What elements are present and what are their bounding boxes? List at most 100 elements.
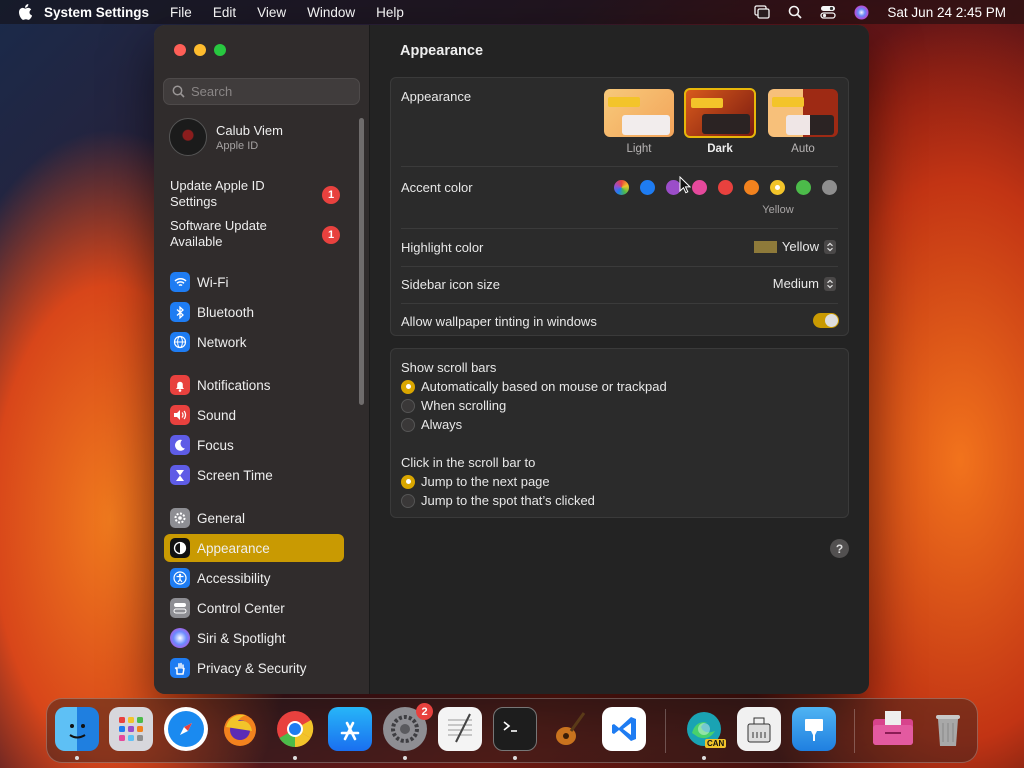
hourglass-icon <box>170 465 190 485</box>
sidebar-item-label: Appearance <box>197 540 270 556</box>
radio-selected <box>401 474 415 489</box>
accent-yellow-swatch[interactable] <box>770 180 785 195</box>
radio-label: Automatically based on mouse or trackpad <box>421 379 667 394</box>
click-option-spot-clicked[interactable]: Jump to the spot that’s clicked <box>401 493 595 508</box>
chevron-updown-icon <box>824 239 836 254</box>
appearance-card: Appearance Light Dark Auto Accent color <box>390 77 849 336</box>
accent-orange-swatch[interactable] <box>744 180 759 195</box>
trash-icon[interactable] <box>926 707 970 751</box>
auto-mode-thumbnail[interactable] <box>768 89 838 137</box>
app-store-icon[interactable] <box>328 707 372 751</box>
dark-mode-thumbnail[interactable] <box>684 88 756 138</box>
user-subtitle: Apple ID <box>216 139 259 152</box>
sidebar-item-focus[interactable]: Focus <box>164 431 344 459</box>
software-update-item[interactable]: Software Update Available 1 <box>170 218 360 252</box>
sidebar-item-general[interactable]: General <box>164 504 344 532</box>
textedit-icon[interactable] <box>438 707 482 751</box>
scroll-bars-title: Show scroll bars <box>401 360 497 375</box>
keynote-icon[interactable] <box>792 707 836 751</box>
firefox-icon[interactable] <box>218 707 262 751</box>
chrome-icon[interactable] <box>273 707 317 751</box>
launchpad-icon[interactable] <box>109 707 153 751</box>
terminal-icon[interactable] <box>493 707 537 751</box>
menu-window[interactable]: Window <box>307 5 355 20</box>
menu-view[interactable]: View <box>257 5 286 20</box>
spotlight-search-icon[interactable] <box>788 5 803 19</box>
sidebar-item-siri-spotlight[interactable]: Siri & Spotlight <box>164 624 344 652</box>
menu-help[interactable]: Help <box>376 5 404 20</box>
screen-mirroring-icon[interactable] <box>754 5 771 19</box>
accent-graphite-swatch[interactable] <box>822 180 837 195</box>
zoom-button[interactable] <box>214 44 226 56</box>
close-button[interactable] <box>174 44 186 56</box>
search-input[interactable] <box>191 84 351 99</box>
finder-icon[interactable] <box>55 707 99 751</box>
help-button[interactable]: ? <box>830 539 849 558</box>
sidebar-item-wifi[interactable]: Wi-Fi <box>164 268 344 296</box>
running-indicator <box>75 756 79 760</box>
accent-green-swatch[interactable] <box>796 180 811 195</box>
accent-multicolor-swatch[interactable] <box>614 180 629 195</box>
scroll-option-when-scrolling[interactable]: When scrolling <box>401 398 506 413</box>
safari-icon[interactable] <box>164 707 208 751</box>
search-field[interactable] <box>163 78 360 105</box>
archive-utility-icon[interactable] <box>737 707 781 751</box>
sidebar-item-appearance[interactable]: Appearance <box>164 534 344 562</box>
scroll-option-automatic[interactable]: Automatically based on mouse or trackpad <box>401 379 667 394</box>
minimize-button[interactable] <box>194 44 206 56</box>
bell-icon <box>170 375 190 395</box>
page-title: Appearance <box>400 43 484 59</box>
light-mode-thumbnail[interactable] <box>604 89 674 137</box>
menu-edit[interactable]: Edit <box>213 5 236 20</box>
running-indicator <box>403 756 407 760</box>
sidebar-item-notifications[interactable]: Notifications <box>164 371 344 399</box>
divider <box>401 166 838 167</box>
radio-unselected <box>401 398 415 413</box>
sidebar-item-label: Screen Time <box>197 467 273 483</box>
sidebar-item-label: Control Center <box>197 600 285 616</box>
downloads-folder-icon[interactable] <box>871 707 915 751</box>
sidebar-item-sound[interactable]: Sound <box>164 401 344 429</box>
chevron-updown-icon <box>824 276 836 291</box>
control-center-icon[interactable] <box>820 5 837 19</box>
sidebar-item-accessibility[interactable]: Accessibility <box>164 564 344 592</box>
sidebar-item-bluetooth[interactable]: Bluetooth <box>164 298 344 326</box>
click-option-next-page[interactable]: Jump to the next page <box>401 474 550 489</box>
divider <box>401 266 838 267</box>
sidebar-item-network[interactable]: Network <box>164 328 344 356</box>
apple-menu-icon[interactable] <box>18 4 34 20</box>
scroll-option-always[interactable]: Always <box>401 417 462 432</box>
sidebar-scrollbar[interactable] <box>359 118 364 405</box>
accent-red-swatch[interactable] <box>718 180 733 195</box>
highlight-color-dropdown[interactable]: Yellow <box>753 239 836 254</box>
dock-separator <box>665 709 666 753</box>
sidebar-item-control-center[interactable]: Control Center <box>164 594 344 622</box>
siri-icon[interactable] <box>854 5 869 20</box>
wallpaper-tinting-toggle[interactable] <box>813 313 839 328</box>
garageband-icon[interactable] <box>547 707 591 751</box>
dock: 2 CAN <box>46 698 978 763</box>
user-name: Calub Viem <box>216 122 283 138</box>
sidebar-item-label: Siri & Spotlight <box>197 630 286 646</box>
divider <box>401 228 838 229</box>
accent-blue-swatch[interactable] <box>640 180 655 195</box>
menu-app-name[interactable]: System Settings <box>44 5 149 20</box>
radio-selected <box>401 379 415 394</box>
mode-label-light: Light <box>626 143 652 155</box>
update-apple-id-item[interactable]: Update Apple ID Settings 1 <box>170 178 360 212</box>
sidebar-icon-size-dropdown[interactable]: Medium <box>773 276 836 291</box>
highlight-value: Yellow <box>781 239 819 254</box>
control-center-icon <box>170 598 190 618</box>
menu-file[interactable]: File <box>170 5 192 20</box>
scroll-bars-card: Show scroll bars Automatically based on … <box>390 348 849 518</box>
apple-id-account[interactable]: Calub Viem Apple ID <box>169 118 283 156</box>
accent-pink-swatch[interactable] <box>692 180 707 195</box>
vscode-icon[interactable] <box>602 707 646 751</box>
sidebar-item-screen-time[interactable]: Screen Time <box>164 461 344 489</box>
highlight-swatch <box>753 240 777 253</box>
radio-unselected <box>401 493 415 508</box>
sidebar-item-label: Privacy & Security <box>197 660 307 676</box>
clock[interactable]: Sat Jun 24 2:45 PM <box>887 5 1006 20</box>
sidebar-item-privacy-security[interactable]: Privacy & Security <box>164 654 344 682</box>
window-controls <box>174 44 226 56</box>
